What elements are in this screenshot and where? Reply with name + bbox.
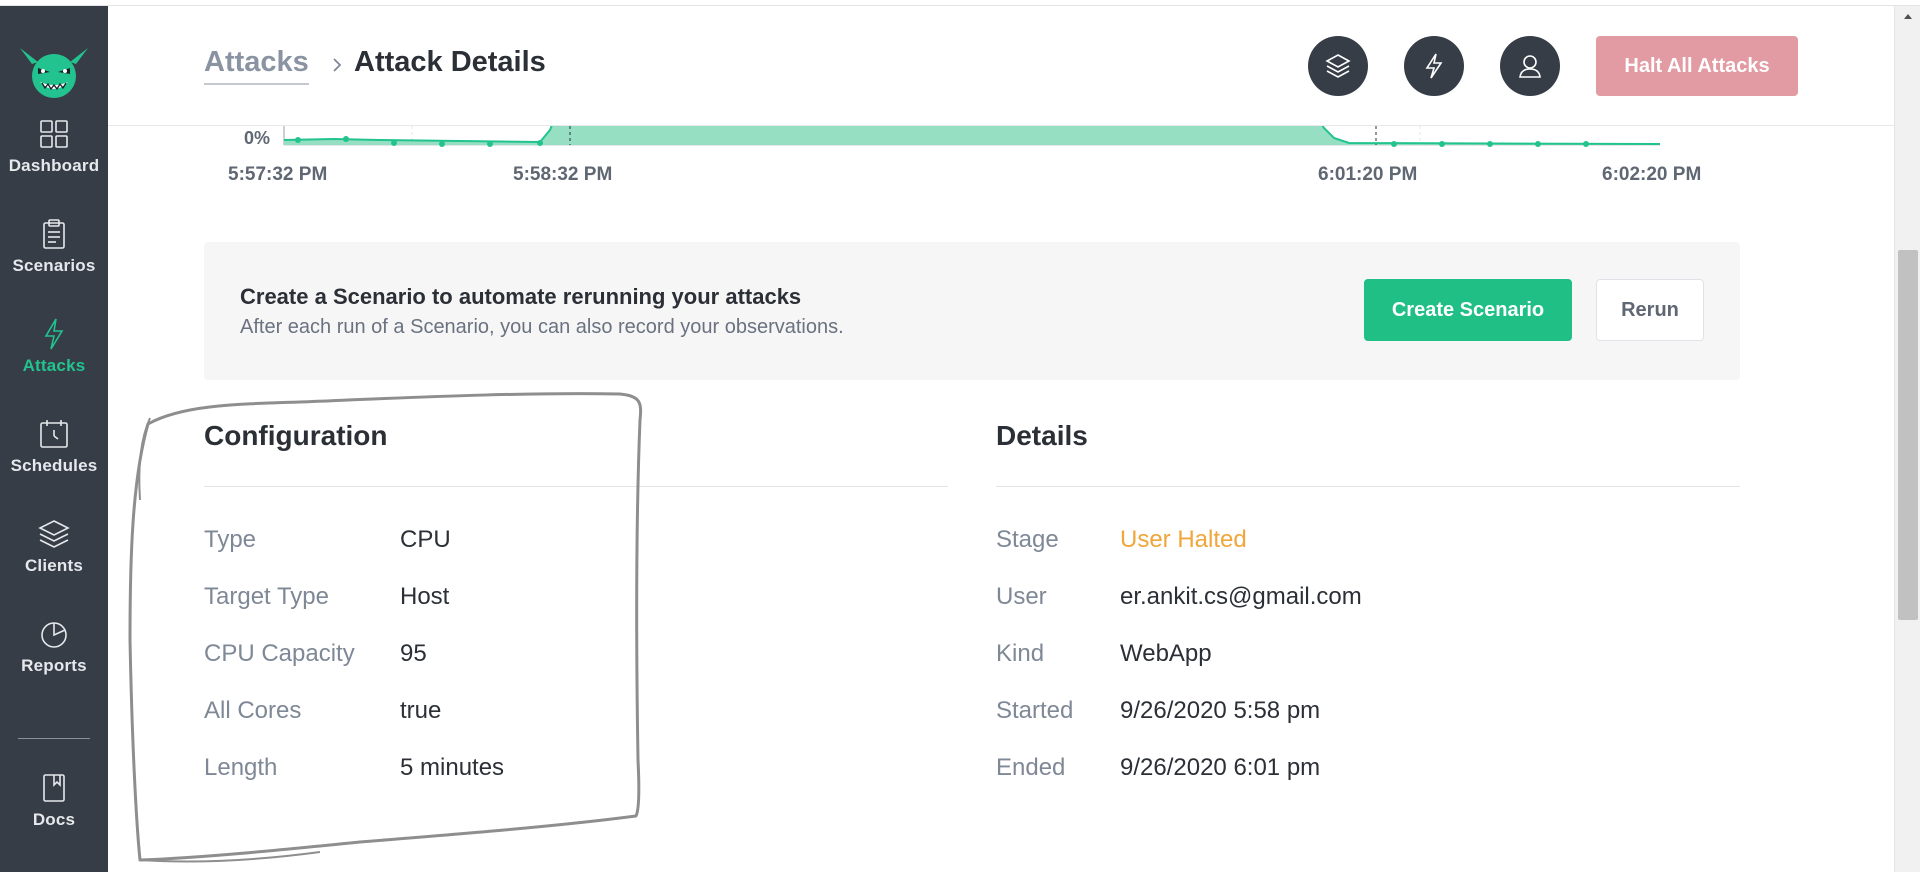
- detail-key: Ended: [996, 754, 1066, 781]
- page-title: Attack Details: [354, 46, 546, 78]
- chart-y-tick-label: 0%: [244, 128, 271, 148]
- grid-icon: [40, 120, 68, 148]
- breadcrumb-attacks-link[interactable]: Attacks: [204, 46, 309, 85]
- halt-all-attacks-button[interactable]: Halt All Attacks: [1596, 36, 1798, 96]
- sidebar-item-reports[interactable]: Reports: [0, 616, 108, 706]
- detail-value: 9/26/2020 6:01 pm: [1120, 754, 1321, 781]
- banner-title: Create a Scenario to automate rerunning …: [240, 284, 802, 309]
- sidebar-item-label: Scenarios: [12, 256, 96, 275]
- config-value: true: [400, 697, 442, 724]
- scroll-up-arrow-icon[interactable]: [1901, 10, 1915, 24]
- sidebar-item-label: Attacks: [22, 356, 86, 375]
- book-icon: [43, 774, 65, 802]
- rerun-button[interactable]: Rerun: [1596, 279, 1704, 341]
- layers-icon: [1325, 54, 1351, 78]
- details-title: Details: [996, 420, 1088, 451]
- configuration-title: Configuration: [204, 420, 388, 451]
- sidebar-item-dashboard[interactable]: Dashboard: [0, 116, 108, 206]
- config-key: Length: [204, 754, 278, 781]
- config-value: CPU: [400, 526, 451, 553]
- attack-chart: 0% 5:57:32 PM 5:58:32 PM 6:01:20 PM 6:02…: [204, 120, 1724, 200]
- config-value: Host: [400, 583, 450, 610]
- calendar-clock-icon: [40, 420, 68, 448]
- sidebar-divider: [18, 738, 90, 739]
- sidebar-item-docs[interactable]: Docs: [0, 770, 108, 860]
- new-attack-header-button[interactable]: [1404, 36, 1464, 96]
- sidebar-item-attacks[interactable]: Attacks: [0, 316, 108, 406]
- config-value: 95: [400, 640, 427, 667]
- chart-point: [439, 141, 445, 147]
- chevron-right-icon: [333, 58, 342, 72]
- vertical-scrollbar[interactable]: [1894, 6, 1920, 872]
- chart-x-tick-label: 5:58:32 PM: [513, 164, 613, 185]
- detail-value: 9/26/2020 5:58 pm: [1120, 697, 1321, 724]
- detail-key: Kind: [996, 640, 1045, 667]
- chart-point: [295, 137, 301, 143]
- page-header: Attacks Attack Details Halt All Attacks: [108, 6, 1894, 126]
- chart-x-tick-label: 5:57:32 PM: [228, 164, 328, 185]
- layers-icon: [38, 520, 70, 548]
- detail-key: Started: [996, 697, 1074, 724]
- config-key: CPU Capacity: [204, 640, 355, 667]
- clients-header-button[interactable]: [1308, 36, 1368, 96]
- sidebar: Dashboard Scenarios Attacks Schedules Cl…: [0, 6, 108, 872]
- details-divider: [996, 486, 1740, 487]
- chart-point: [1535, 141, 1541, 147]
- configuration-panel: Configuration Type CPU Target Type Host …: [204, 420, 948, 781]
- create-scenario-banner: Create a Scenario to automate rerunning …: [204, 242, 1740, 380]
- pie-chart-icon: [41, 622, 67, 648]
- sidebar-item-label: Reports: [21, 656, 87, 675]
- config-key: Target Type: [204, 583, 329, 610]
- sidebar-item-scenarios[interactable]: Scenarios: [0, 216, 108, 306]
- lightning-icon: [1425, 53, 1443, 79]
- stage-status-value: User Halted: [1120, 526, 1247, 553]
- banner-subtitle: After each run of a Scenario, you can al…: [240, 316, 844, 338]
- sidebar-item-label: Docs: [32, 810, 76, 829]
- sidebar-item-label: Dashboard: [8, 156, 100, 175]
- chart-point: [537, 140, 543, 146]
- goblin-logo-icon[interactable]: [16, 42, 92, 102]
- detail-value: er.ankit.cs@gmail.com: [1120, 583, 1362, 610]
- user-icon: [1519, 55, 1541, 78]
- chart-area: [283, 120, 1661, 147]
- chart-point: [1439, 141, 1445, 147]
- chart-point: [343, 136, 349, 142]
- config-value: 5 minutes: [400, 754, 505, 781]
- details-panel: Details Stage User Halted User er.ankit.…: [996, 420, 1740, 781]
- account-header-button[interactable]: [1500, 36, 1560, 96]
- create-scenario-button[interactable]: Create Scenario: [1364, 279, 1572, 341]
- detail-value: WebApp: [1120, 640, 1212, 667]
- chart-x-tick-label: 6:02:20 PM: [1602, 164, 1702, 185]
- detail-key: Stage: [996, 526, 1059, 553]
- configuration-divider: [204, 486, 948, 487]
- chart-point: [1583, 141, 1589, 147]
- config-key: All Cores: [204, 697, 302, 724]
- chart-point: [487, 141, 493, 147]
- sidebar-item-label: Clients: [24, 556, 84, 575]
- lightning-icon: [44, 318, 64, 350]
- clipboard-icon: [43, 219, 65, 249]
- chart-x-tick-label: 6:01:20 PM: [1318, 164, 1418, 185]
- chart-point: [1487, 141, 1493, 147]
- chart-point: [391, 140, 397, 146]
- sidebar-item-clients[interactable]: Clients: [0, 516, 108, 606]
- detail-key: User: [996, 583, 1047, 610]
- sidebar-item-label: Schedules: [10, 456, 98, 475]
- sidebar-item-schedules[interactable]: Schedules: [0, 416, 108, 506]
- scrollbar-thumb[interactable]: [1898, 250, 1918, 620]
- config-key: Type: [204, 526, 257, 553]
- chart-point: [1391, 141, 1397, 147]
